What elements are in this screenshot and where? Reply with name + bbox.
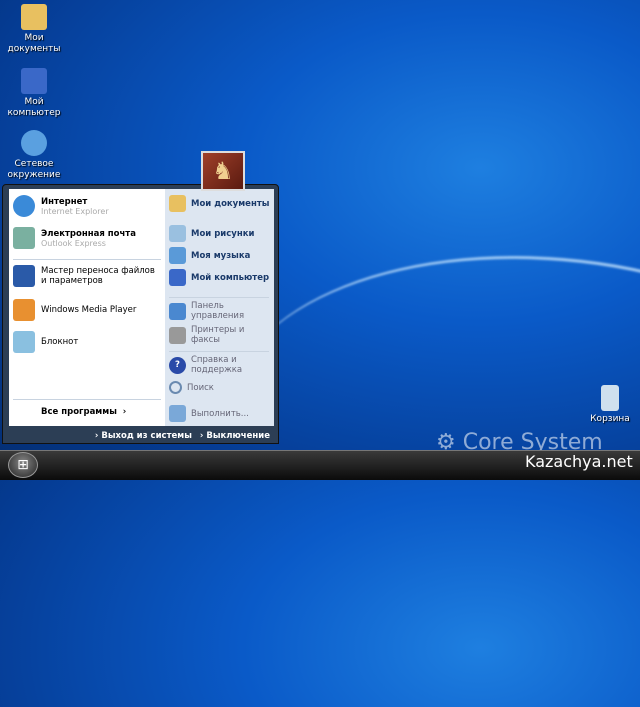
- menu-item-my-computer[interactable]: Мой компьютер: [169, 269, 273, 286]
- separator: [13, 259, 161, 260]
- run-icon: [169, 405, 186, 422]
- computer-icon: [21, 68, 47, 94]
- folder-icon: [169, 195, 186, 212]
- help-icon: ?: [169, 357, 186, 374]
- menu-item-my-documents[interactable]: Мои документы: [169, 195, 273, 212]
- user-avatar: ♞: [201, 151, 245, 191]
- separator: [169, 297, 269, 298]
- recycle-bin-icon: [601, 385, 619, 411]
- menu-item-my-pictures[interactable]: Мои рисунки: [169, 225, 273, 242]
- transfer-wizard-icon: [13, 265, 35, 287]
- printer-icon: [169, 327, 186, 344]
- menu-item-transfer-wizard[interactable]: Мастер переноса файлов и параметров: [13, 265, 163, 287]
- logoff-button[interactable]: › Выход из системы: [95, 431, 192, 441]
- desktop-icon-my-documents[interactable]: Мои документы: [2, 4, 66, 55]
- media-player-icon: [13, 299, 35, 321]
- separator: [169, 351, 269, 352]
- start-menu: ИнтернетInternet Explorer Электронная по…: [2, 184, 279, 444]
- ie-icon: [13, 195, 35, 217]
- all-programs-button[interactable]: Все программы ›: [41, 407, 126, 417]
- menu-item-control-panel[interactable]: Панель управления: [169, 301, 273, 321]
- shutdown-button[interactable]: › Выключение: [200, 431, 270, 441]
- notepad-icon: [13, 331, 35, 353]
- desktop-icon-network[interactable]: Сетевое окружение: [2, 130, 66, 181]
- menu-item-search[interactable]: Поиск: [169, 381, 273, 394]
- search-icon: [169, 381, 182, 394]
- computer-icon: [169, 269, 186, 286]
- start-button[interactable]: ⊞: [8, 452, 38, 478]
- control-panel-icon: [169, 303, 186, 320]
- outlook-icon: [13, 227, 35, 249]
- menu-item-email[interactable]: Электронная почтаOutlook Express: [13, 227, 163, 249]
- menu-item-notepad[interactable]: Блокнот: [13, 331, 163, 353]
- menu-item-help[interactable]: ?Справка и поддержка: [169, 355, 273, 375]
- desktop-icon-my-computer[interactable]: Мой компьютер: [2, 68, 66, 119]
- folder-icon: [21, 4, 47, 30]
- music-icon: [169, 247, 186, 264]
- menu-item-printers[interactable]: Принтеры и факсы: [169, 325, 273, 345]
- desktop-icon-recycle-bin[interactable]: Корзина: [578, 385, 640, 425]
- separator: [13, 399, 161, 400]
- menu-item-my-music[interactable]: Моя музыка: [169, 247, 273, 264]
- start-menu-footer: › Выход из системы › Выключение: [3, 428, 278, 444]
- menu-item-internet[interactable]: ИнтернетInternet Explorer: [13, 195, 163, 217]
- menu-item-media-player[interactable]: Windows Media Player: [13, 299, 163, 321]
- globe-icon: [21, 130, 47, 156]
- menu-item-run[interactable]: Выполнить...: [169, 405, 273, 422]
- start-menu-right-pane: Мои документы Мои рисунки Моя музыка Мой…: [165, 189, 274, 426]
- pictures-icon: [169, 225, 186, 242]
- start-menu-left-pane: ИнтернетInternet Explorer Электронная по…: [9, 189, 165, 426]
- site-watermark: Kazachya.net: [525, 452, 633, 471]
